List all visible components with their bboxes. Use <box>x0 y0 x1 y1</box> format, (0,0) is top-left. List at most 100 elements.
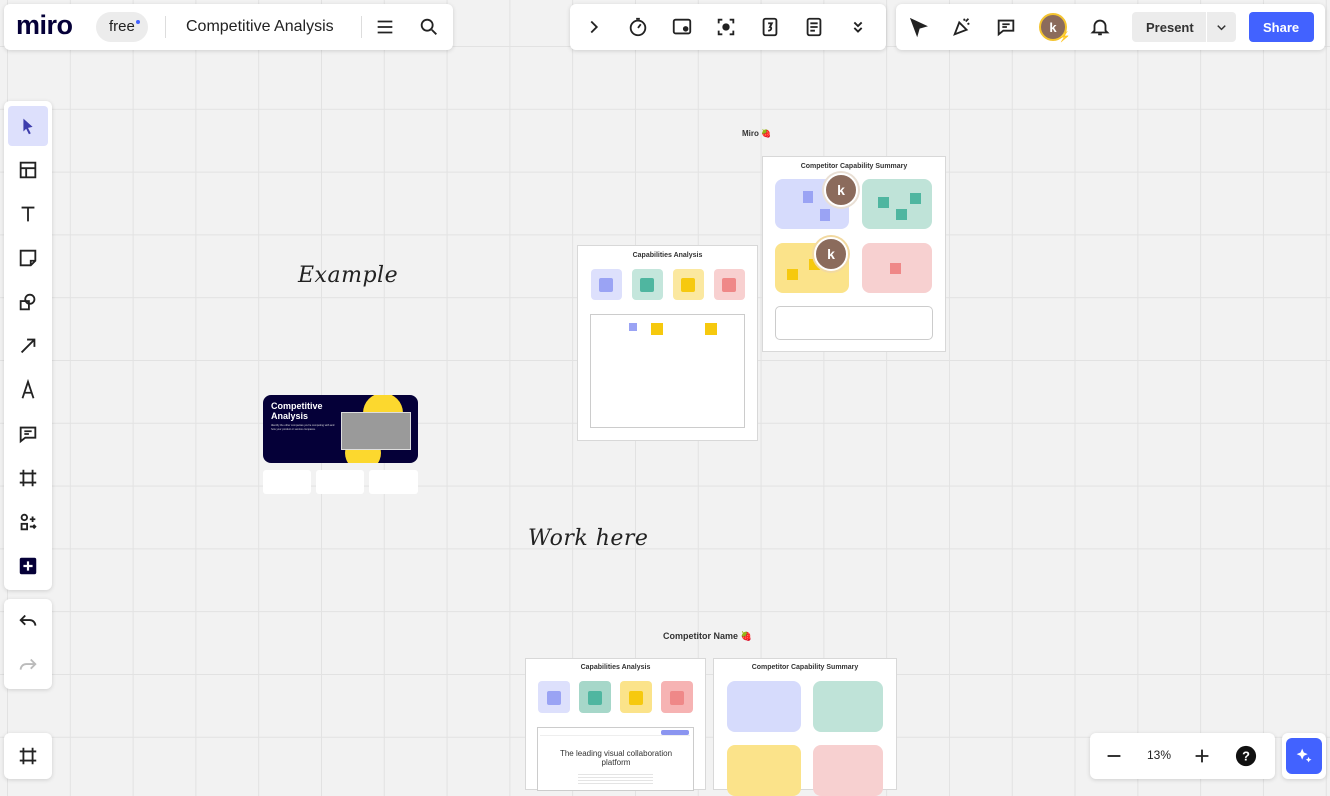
lightning-badge-icon: ⚡ <box>1058 32 1071 43</box>
small-yellow-sticky <box>651 323 663 335</box>
zoom-panel: 13% ? <box>1090 733 1275 779</box>
text-icon[interactable] <box>12 198 44 230</box>
redo-icon[interactable] <box>12 649 44 681</box>
collaborator-avatar-2[interactable]: k <box>814 237 848 271</box>
example-note-3 <box>369 470 418 494</box>
counter-icon[interactable] <box>754 11 786 43</box>
frames-panel-icon[interactable] <box>12 740 44 772</box>
present-button[interactable]: Present <box>1132 12 1206 42</box>
board-title[interactable]: Competitive Analysis <box>186 18 334 36</box>
undo-redo-panel <box>4 599 52 689</box>
website-cta-button <box>661 730 689 735</box>
templates-icon[interactable] <box>12 154 44 186</box>
example-screenshot <box>341 412 411 450</box>
competitor-summary-frame[interactable]: Competitor Capability Summary <box>713 658 897 796</box>
example-frame-subtitle: Identify the other companies you're comp… <box>271 424 335 431</box>
competitor-summary-title: Competitor Capability Summary <box>751 664 859 671</box>
lower-summary-green-card <box>813 681 883 732</box>
competitor-capabilities-frame[interactable]: Capabilities Analysis The leading visual… <box>525 658 706 791</box>
summary-red-sticky <box>890 263 901 274</box>
help-icon[interactable]: ? <box>1230 740 1262 772</box>
svg-text:?: ? <box>1242 749 1250 764</box>
capability-summary-title: Competitor Capability Summary <box>800 163 908 170</box>
share-button-label: Share <box>1263 20 1300 35</box>
summary-blue-sticky-2 <box>820 209 830 221</box>
menu-icon[interactable] <box>369 11 401 43</box>
example-note-2 <box>316 470 364 494</box>
zoom-level[interactable]: 13% <box>1145 748 1173 762</box>
lower-blue-sticky <box>547 691 561 705</box>
summary-yellow-sticky <box>787 269 798 280</box>
chevron-right-icon[interactable] <box>578 11 610 43</box>
red-sticky <box>722 278 736 292</box>
example-frame-title: Competitive Analysis <box>271 401 323 421</box>
summary-notes-box <box>775 306 933 340</box>
focus-icon[interactable] <box>710 11 742 43</box>
search-icon[interactable] <box>413 11 445 43</box>
lower-summary-yellow-card <box>727 745 801 796</box>
website-screenshot: The leading visual collaboration platfor… <box>537 727 694 791</box>
cursor-icon[interactable] <box>902 11 934 43</box>
competitor-section-title: Competitor Name 🍓 <box>663 631 752 641</box>
comment-icon[interactable] <box>990 11 1022 43</box>
select-icon[interactable] <box>8 106 48 146</box>
example-frame-card[interactable]: Competitive Analysis Identify the other … <box>263 395 418 463</box>
plan-dot-icon <box>136 20 140 24</box>
small-yellow-sticky-2 <box>705 323 717 335</box>
zoom-out-icon[interactable] <box>1098 740 1130 772</box>
lower-yellow-sticky <box>629 691 643 705</box>
collaboration-tools-panel <box>570 4 886 50</box>
summary-blue-sticky <box>803 191 813 203</box>
add-icon[interactable] <box>12 550 44 582</box>
collaborator-avatar-initial-2: k <box>827 246 835 262</box>
comment-tool-icon[interactable] <box>12 418 44 450</box>
chevron-double-down-icon[interactable] <box>842 11 874 43</box>
summary-green-sticky <box>878 197 889 208</box>
pen-icon[interactable] <box>12 374 44 406</box>
capabilities-analysis-title: Capabilities Analysis <box>632 252 703 259</box>
plan-badge[interactable]: free <box>96 12 148 42</box>
arrow-icon[interactable] <box>12 330 44 362</box>
yellow-sticky <box>681 278 695 292</box>
more-apps-icon[interactable] <box>12 506 44 538</box>
share-button[interactable]: Share <box>1249 12 1314 42</box>
frame-icon[interactable] <box>12 462 44 494</box>
screen-icon[interactable] <box>666 11 698 43</box>
header-divider-2 <box>361 16 362 38</box>
notes-icon[interactable] <box>798 11 830 43</box>
chevron-down-icon <box>1217 25 1226 31</box>
plan-badge-label: free <box>109 18 135 35</box>
board-header-panel: miro free Competitive Analysis <box>4 4 453 50</box>
celebrate-icon[interactable] <box>946 11 978 43</box>
lower-summary-red-card <box>813 745 883 796</box>
present-button-label: Present <box>1146 20 1194 35</box>
header-divider <box>165 16 166 38</box>
collaborator-avatar-initial: k <box>837 182 845 198</box>
share-panel: k ⚡ Present Share <box>896 4 1325 50</box>
work-here-label: Work here <box>528 526 649 551</box>
example-label: Example <box>298 263 399 288</box>
lower-summary-blue-card <box>727 681 801 732</box>
lower-green-sticky <box>588 691 602 705</box>
ai-assist-icon[interactable] <box>1286 738 1322 774</box>
capabilities-analysis-frame[interactable]: Capabilities Analysis <box>577 245 758 441</box>
shapes-icon[interactable] <box>12 286 44 318</box>
miro-logo[interactable]: miro <box>16 10 73 41</box>
collaborator-avatar[interactable]: k <box>824 173 858 207</box>
bell-icon[interactable] <box>1084 11 1116 43</box>
summary-red-card <box>862 243 932 293</box>
lower-red-sticky <box>670 691 684 705</box>
present-dropdown-button[interactable] <box>1207 12 1236 42</box>
summary-green-card <box>862 179 932 229</box>
capabilities-canvas-area <box>590 314 745 428</box>
frames-panel <box>4 733 52 779</box>
user-avatar-initial: k <box>1049 19 1057 35</box>
zoom-in-icon[interactable] <box>1186 740 1218 772</box>
competitor-capabilities-title: Capabilities Analysis <box>580 664 651 671</box>
undo-icon[interactable] <box>12 605 44 637</box>
miro-section-title: Miro 🍓 <box>742 129 772 138</box>
sticky-note-icon[interactable] <box>12 242 44 274</box>
timer-icon[interactable] <box>622 11 654 43</box>
website-headline: The leading visual collaboration platfor… <box>559 749 673 767</box>
summary-green-sticky-3 <box>910 193 921 204</box>
